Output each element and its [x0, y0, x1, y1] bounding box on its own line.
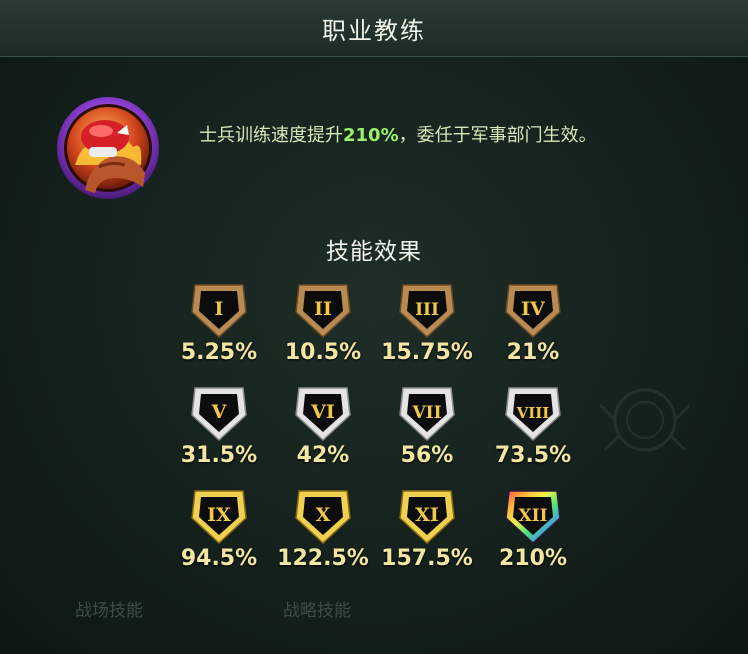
- level-shield-icon: VIII: [505, 387, 561, 442]
- level-numeral: VII: [411, 403, 441, 423]
- level-badge-6: VI 42%: [268, 385, 378, 485]
- level-numeral: II: [314, 298, 332, 320]
- level-value: 94.5%: [180, 546, 258, 571]
- level-value: 31.5%: [180, 443, 258, 468]
- level-badge-3: III 15.75%: [372, 282, 482, 382]
- level-shield-icon: X: [295, 490, 351, 545]
- level-value: 21%: [506, 340, 560, 365]
- level-numeral: XII: [518, 506, 547, 526]
- level-numeral: XI: [415, 504, 439, 526]
- level-badge-5: V 31.5%: [164, 385, 274, 485]
- skill-detail-panel: 战场技能 战略技能 职业教练 士兵训练速度提升210%，委任于军事部门生效。 技…: [0, 0, 748, 654]
- level-numeral: VI: [310, 401, 335, 423]
- level-shield-icon: I: [191, 284, 247, 339]
- level-numeral: I: [215, 298, 224, 320]
- level-numeral: III: [415, 300, 439, 320]
- level-badge-10: X 122.5%: [268, 488, 378, 588]
- level-value: 122.5%: [277, 546, 369, 571]
- level-badge-4: IV 21%: [478, 282, 588, 382]
- level-badge-2: II 10.5%: [268, 282, 378, 382]
- level-badge-7: VII 56%: [372, 385, 482, 485]
- level-shield-icon: III: [399, 284, 455, 339]
- level-numeral: V: [211, 401, 228, 423]
- level-shield-icon: XII: [505, 490, 561, 545]
- level-badge-12: XII 210%: [478, 488, 588, 588]
- effects-level-grid: I 5.25% II 10.5% III 15.75% IV 21% V 31.5% VI 42% VI…: [0, 0, 748, 654]
- level-value: 210%: [499, 546, 567, 571]
- level-shield-icon: VII: [399, 387, 455, 442]
- level-value: 10.5%: [284, 340, 362, 365]
- level-shield-icon: VI: [295, 387, 351, 442]
- level-value: 56%: [400, 443, 454, 468]
- level-shield-icon: II: [295, 284, 351, 339]
- level-shield-icon: IX: [191, 490, 247, 545]
- level-badge-9: IX 94.5%: [164, 488, 274, 588]
- level-badge-8: VIII 73.5%: [478, 385, 588, 485]
- level-value: 15.75%: [381, 340, 473, 365]
- level-shield-icon: V: [191, 387, 247, 442]
- level-value: 5.25%: [180, 340, 258, 365]
- level-numeral: X: [316, 504, 331, 526]
- level-numeral: VIII: [516, 404, 550, 422]
- level-badge-1: I 5.25%: [164, 282, 274, 382]
- level-shield-icon: IV: [505, 284, 561, 339]
- level-value: 73.5%: [494, 443, 572, 468]
- level-value: 157.5%: [381, 546, 473, 571]
- level-badge-11: XI 157.5%: [372, 488, 482, 588]
- level-value: 42%: [296, 443, 350, 468]
- level-shield-icon: XI: [399, 490, 455, 545]
- level-numeral: IV: [521, 298, 546, 320]
- level-numeral: IX: [207, 504, 231, 526]
